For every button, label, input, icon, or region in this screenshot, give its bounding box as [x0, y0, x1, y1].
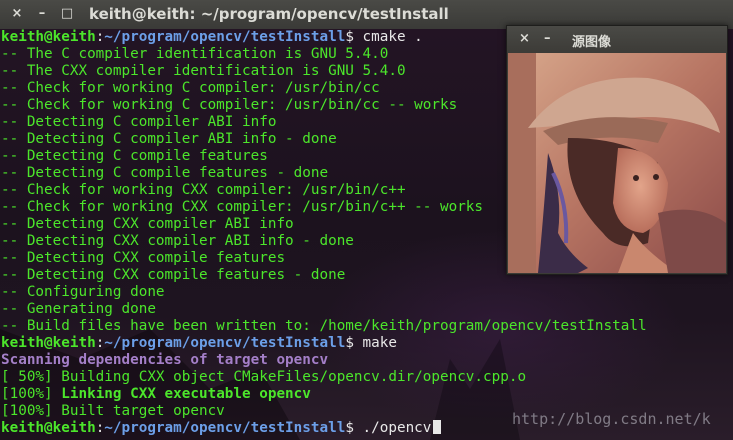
minimize-icon[interactable]: –: [544, 31, 551, 46]
terminal-text: -- Check for working C compiler: /usr/bi…: [1, 97, 458, 113]
terminal-text: [100%]: [1, 386, 62, 402]
maximize-icon[interactable]: □: [60, 6, 74, 22]
terminal-text: ~/program/opencv/testInstall: [104, 420, 346, 436]
terminal-line: -- Configuring done: [1, 284, 647, 301]
terminal-text: -- Detecting C compiler ABI info - done: [1, 131, 337, 147]
minimize-icon[interactable]: –: [35, 6, 49, 22]
terminal-text: -- Check for working CXX compiler: /usr/…: [1, 182, 406, 198]
terminal-text: $ make: [345, 335, 397, 351]
terminal-text: -- The C compiler identification is GNU …: [1, 46, 389, 62]
terminal-text: -- Generating done: [1, 301, 156, 317]
terminal-line: [100%] Linking CXX executable opencv: [1, 386, 647, 403]
terminal-text: $ ./opencv: [345, 420, 432, 436]
watermark: http://blog.csdn.net/k: [512, 410, 711, 428]
terminal-text: ~/program/opencv/testInstall: [104, 29, 346, 45]
terminal-text: -- Detecting CXX compiler ABI info: [1, 216, 294, 232]
terminal-line: keith@keith:~/program/opencv/testInstall…: [1, 335, 647, 352]
terminal-text: -- The CXX compiler identification is GN…: [1, 63, 406, 79]
terminal-text: Scanning dependencies of target opencv: [1, 352, 329, 368]
terminal-text: -- Detecting CXX compile features: [1, 250, 286, 266]
terminal-text: keith@keith: [1, 420, 96, 436]
terminal-line: -- Generating done: [1, 301, 647, 318]
terminal-line: Scanning dependencies of target opencv: [1, 352, 647, 369]
terminal-text: -- Detecting C compile features: [1, 148, 268, 164]
image-window-titlebar: × – 源图像: [507, 26, 727, 53]
terminal-text: $ cmake .: [345, 29, 423, 45]
text-cursor: [433, 420, 442, 434]
terminal-text: -- Build files have been written to: /ho…: [1, 318, 647, 334]
terminal-text: -- Detecting C compiler ABI info: [1, 114, 277, 130]
terminal-line: [ 50%] Building CXX object CMakeFiles/op…: [1, 369, 647, 386]
terminal-text: -- Detecting CXX compile features - done: [1, 267, 346, 283]
terminal-text: :: [95, 420, 105, 436]
terminal-text: :: [95, 29, 105, 45]
close-icon[interactable]: ×: [10, 6, 24, 22]
terminal-text: :: [95, 335, 105, 351]
terminal-text: -- Check for working CXX compiler: /usr/…: [1, 199, 484, 215]
terminal-text: -- Configuring done: [1, 284, 165, 300]
terminal-text: -- Check for working C compiler: /usr/bi…: [1, 80, 380, 96]
terminal-text: ~/program/opencv/testInstall: [104, 335, 346, 351]
terminal-text: -- Detecting C compile features - done: [1, 165, 329, 181]
close-icon[interactable]: ×: [519, 31, 530, 46]
terminal-text: -- Detecting CXX compiler ABI info - don…: [1, 233, 354, 249]
terminal-text: Linking CXX executable opencv: [61, 386, 311, 402]
terminal-text: [100%] Built target opencv: [1, 403, 225, 419]
source-image: [508, 53, 726, 273]
terminal-line: -- Build files have been written to: /ho…: [1, 318, 647, 335]
image-window-title: 源图像: [572, 35, 612, 50]
terminal-text: keith@keith: [1, 29, 96, 45]
terminal-text: keith@keith: [1, 335, 96, 351]
image-window[interactable]: × – 源图像: [506, 25, 728, 275]
window-title: keith@keith: ~/program/opencv/testInstal…: [89, 5, 449, 23]
terminal-text: [ 50%] Building CXX object CMakeFiles/op…: [1, 369, 527, 385]
